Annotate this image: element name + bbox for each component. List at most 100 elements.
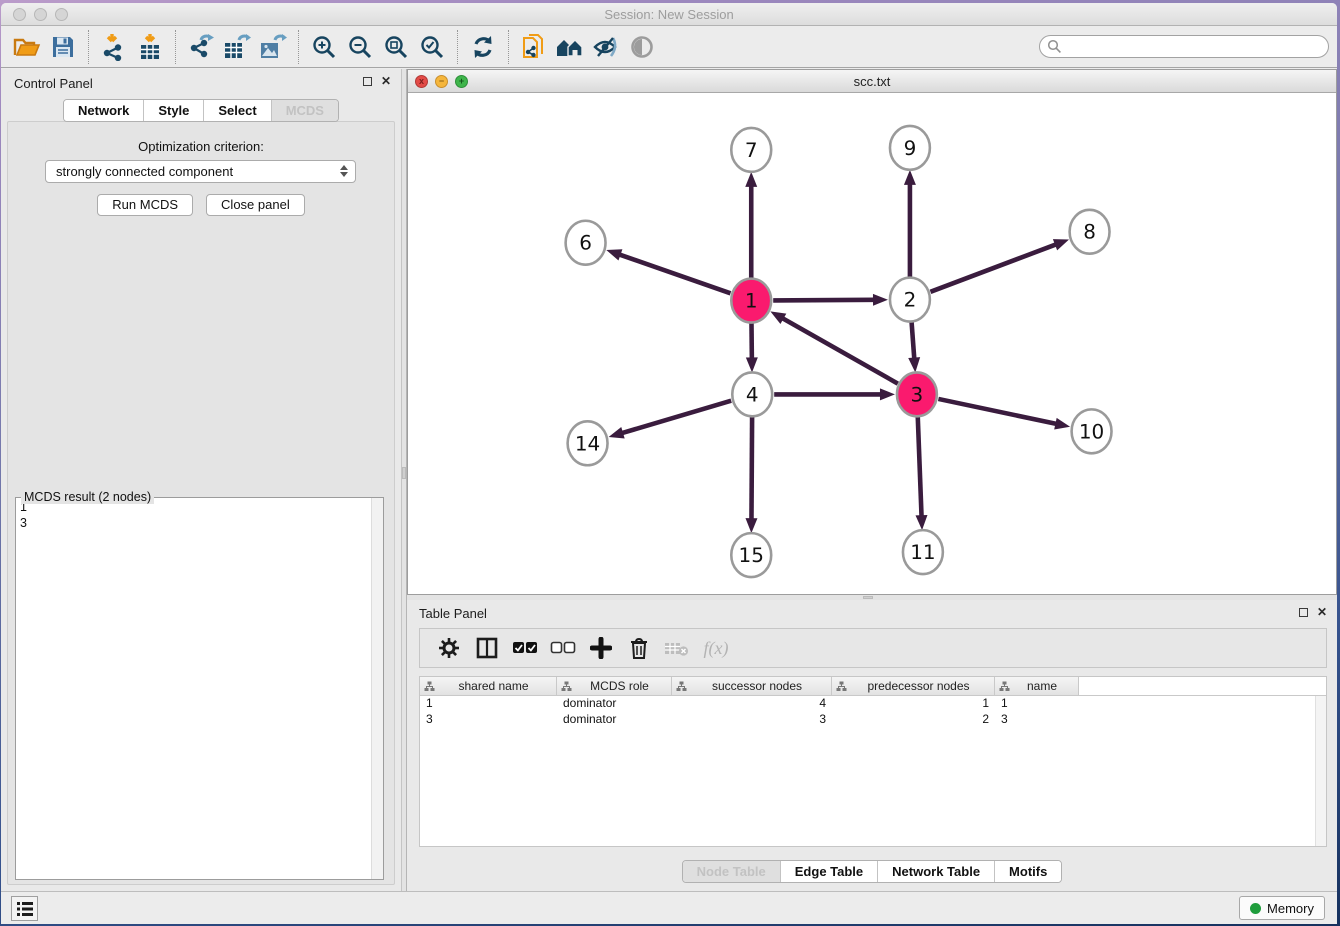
table-cell[interactable]: 1 (832, 696, 995, 712)
edge-4-14[interactable] (622, 401, 731, 433)
edge-4-15[interactable] (751, 416, 752, 519)
column-type-icon (561, 681, 572, 692)
import-network-icon (101, 33, 127, 61)
add-row-button[interactable] (584, 633, 618, 663)
memory-button[interactable]: Memory (1239, 896, 1325, 920)
table-cell[interactable]: 3 (420, 712, 557, 728)
table-settings-button[interactable] (432, 633, 466, 663)
import-table-button[interactable] (132, 29, 168, 65)
show-columns-button[interactable] (470, 633, 504, 663)
edge-2-3[interactable] (912, 321, 915, 358)
save-session-button[interactable] (45, 29, 81, 65)
export-image-button[interactable] (255, 29, 291, 65)
tab-style[interactable]: Style (144, 100, 204, 121)
column-header-shared-name[interactable]: shared name (420, 677, 557, 695)
network-frame-titlebar: x − + scc.txt (408, 70, 1336, 93)
table-scrollbar[interactable] (1315, 696, 1326, 846)
close-panel-button[interactable]: Close panel (206, 194, 305, 216)
edge-3-10[interactable] (938, 399, 1056, 424)
select-all-icon (512, 641, 538, 655)
node-label-6: 6 (579, 231, 592, 255)
hide-selected-button[interactable] (588, 29, 624, 65)
mcds-result-scrollbar[interactable] (371, 498, 383, 879)
optimization-criterion-select[interactable]: strongly connected component (45, 160, 356, 183)
houses-icon (555, 35, 585, 59)
delete-table-icon (664, 639, 690, 657)
table-cell[interactable]: 4 (672, 696, 832, 712)
close-panel-icon[interactable]: ✕ (1317, 607, 1327, 617)
node-label-15: 15 (739, 543, 764, 567)
delete-table-button[interactable] (660, 633, 694, 663)
node-label-11: 11 (910, 540, 935, 564)
select-all-button[interactable] (508, 633, 542, 663)
zoom-out-icon (347, 34, 373, 60)
zoom-selected-button[interactable] (414, 29, 450, 65)
edge-3-11[interactable] (918, 416, 922, 516)
zoom-fit-button[interactable] (378, 29, 414, 65)
table-cell[interactable]: dominator (557, 712, 672, 728)
table-cell[interactable]: 1 (420, 696, 557, 712)
table-tab-edge-table[interactable]: Edge Table (781, 861, 878, 882)
float-panel-icon[interactable] (363, 77, 372, 86)
table-tab-motifs[interactable]: Motifs (995, 861, 1061, 882)
run-mcds-button[interactable]: Run MCDS (97, 194, 193, 216)
refresh-layout-button[interactable] (465, 29, 501, 65)
column-header-MCDS-role[interactable]: MCDS role (557, 677, 672, 695)
search-icon (1047, 39, 1062, 54)
export-network-button[interactable] (183, 29, 219, 65)
export-table-icon (223, 33, 251, 61)
delete-row-button[interactable] (622, 633, 656, 663)
new-network-from-selection-button[interactable] (516, 29, 552, 65)
node-label-2: 2 (904, 288, 917, 312)
edge-3-1[interactable] (783, 318, 898, 383)
edge-1-2[interactable] (773, 300, 874, 301)
desktop-background: Session: New Session (0, 0, 1340, 926)
right-region: x − + scc.txt 7968124314101511 (407, 69, 1337, 891)
splitter-handle[interactable] (402, 467, 406, 479)
table-tab-network-table[interactable]: Network Table (878, 861, 995, 882)
export-table-button[interactable] (219, 29, 255, 65)
table-tab-node-table[interactable]: Node Table (683, 861, 781, 882)
table-row[interactable]: 3dominator323 (420, 712, 1326, 728)
network-canvas[interactable]: 7968124314101511 (408, 94, 1336, 594)
table-cell[interactable]: 3 (672, 712, 832, 728)
network-view-frame: x − + scc.txt 7968124314101511 (407, 69, 1337, 595)
import-network-button[interactable] (96, 29, 132, 65)
table-cell[interactable]: dominator (557, 696, 672, 712)
table-panel-header: Table Panel ✕ (407, 600, 1337, 626)
network-graph[interactable]: 7968124314101511 (408, 94, 1336, 594)
first-neighbors-button[interactable] (552, 29, 588, 65)
column-header-successor-nodes[interactable]: successor nodes (672, 677, 832, 695)
zoom-in-button[interactable] (306, 29, 342, 65)
float-panel-icon[interactable] (1299, 608, 1308, 617)
edge-1-6[interactable] (619, 255, 730, 294)
show-graphics-details-button[interactable] (624, 29, 660, 65)
column-type-icon (424, 681, 435, 692)
column-header-name[interactable]: name (995, 677, 1079, 695)
table-row[interactable]: 1dominator411 (420, 696, 1326, 712)
search-input[interactable] (1062, 40, 1321, 54)
node-label-8: 8 (1083, 220, 1096, 244)
column-header-predecessor-nodes[interactable]: predecessor nodes (832, 677, 995, 695)
column-label: shared name (435, 679, 552, 693)
edge-2-8[interactable] (930, 244, 1055, 291)
table-cell[interactable]: 1 (995, 696, 1079, 712)
task-history-button[interactable] (11, 896, 38, 921)
unselect-all-button[interactable] (546, 633, 580, 663)
open-session-button[interactable] (9, 29, 45, 65)
memory-status-icon (1250, 903, 1261, 914)
tab-network[interactable]: Network (64, 100, 144, 121)
control-panel: Control Panel ✕ NetworkStyleSelectMCDS O… (1, 69, 401, 891)
function-builder-button[interactable]: f(x) (698, 633, 732, 663)
tab-select[interactable]: Select (204, 100, 271, 121)
zoom-out-button[interactable] (342, 29, 378, 65)
close-panel-icon[interactable]: ✕ (381, 76, 391, 86)
table-cell[interactable]: 2 (832, 712, 995, 728)
table-cell[interactable]: 3 (995, 712, 1079, 728)
tab-mcds[interactable]: MCDS (272, 100, 338, 121)
splitter-handle[interactable] (863, 596, 873, 599)
control-panel-tabs: NetworkStyleSelectMCDS (63, 99, 339, 122)
search-field[interactable] (1039, 35, 1329, 58)
node-label-1: 1 (745, 289, 758, 313)
mcds-result-list[interactable]: 13 (16, 498, 371, 879)
